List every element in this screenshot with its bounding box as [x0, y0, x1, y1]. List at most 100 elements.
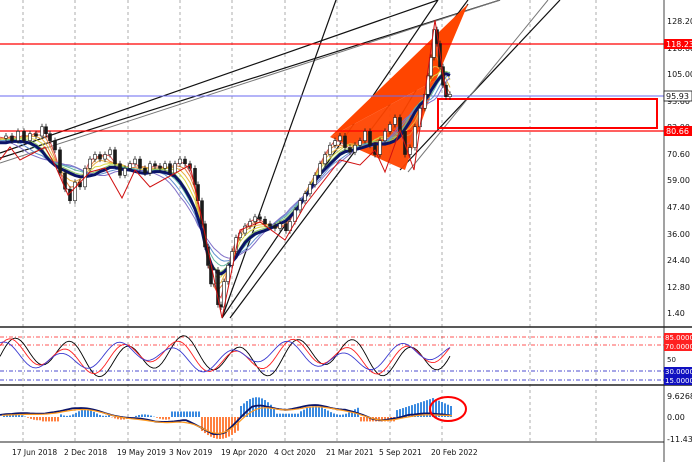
macd-bar — [195, 412, 197, 418]
candle-body — [384, 131, 387, 140]
resistance-price-label: 118.23 — [666, 40, 692, 49]
price-tick: 12.80 — [667, 283, 690, 292]
macd-bar — [396, 410, 398, 417]
macd-bar — [291, 414, 293, 417]
macd-bar — [87, 410, 89, 417]
macd-bar — [324, 409, 326, 417]
chart-canvas[interactable]: 128.20 116.60 105.00 93.60 82.00 70.60 5… — [0, 0, 692, 462]
current-price-label: 95.93 — [666, 92, 689, 101]
macd-bar — [180, 412, 182, 418]
macd-bar — [93, 412, 95, 417]
macd-tick: 0.00 — [667, 413, 685, 422]
macd-bar — [114, 417, 116, 418]
candle-body — [314, 175, 317, 184]
macd-bar — [42, 417, 44, 421]
candle-body — [54, 141, 57, 150]
macd-bar — [72, 414, 74, 417]
candle-body — [11, 136, 14, 141]
time-label: 20 Feb 2022 — [431, 448, 478, 457]
macd-bar — [303, 410, 305, 417]
candle-body — [5, 136, 8, 138]
macd-bar — [327, 411, 329, 417]
macd-bar — [177, 412, 179, 418]
candle-body — [174, 164, 177, 173]
price-tick: 47.40 — [667, 203, 690, 212]
macd-bar — [258, 397, 260, 417]
macd-bar — [159, 417, 161, 419]
candle-body — [23, 131, 26, 140]
macd-bar — [48, 417, 50, 421]
candle-body — [144, 168, 147, 173]
trading-chart-window[interactable]: 128.20 116.60 105.00 93.60 82.00 70.60 5… — [0, 0, 692, 462]
macd-bar — [264, 400, 266, 417]
macd-bar — [57, 417, 59, 421]
candle-body — [304, 194, 307, 201]
macd-bar — [222, 417, 224, 439]
osc-level-label: 50 — [667, 356, 676, 364]
macd-bar — [60, 414, 62, 417]
macd-bar — [141, 414, 143, 417]
macd-bar — [165, 417, 167, 420]
macd-tick: -11.4334 — [667, 435, 692, 444]
macd-bar — [174, 412, 176, 418]
candle-body — [359, 141, 362, 146]
osc-level-label: 30.0000 — [665, 368, 692, 376]
macd-bar — [66, 416, 68, 417]
candle-body — [364, 131, 367, 140]
candle-body — [59, 150, 62, 173]
candle-body — [94, 154, 97, 159]
macd-bar — [171, 412, 173, 418]
candle-body — [285, 224, 288, 231]
candle-body — [430, 57, 433, 75]
macd-bar — [348, 412, 350, 417]
candle-body — [339, 136, 342, 141]
macd-bar — [189, 412, 191, 418]
candle-body — [119, 164, 122, 176]
macd-bar — [27, 417, 29, 418]
candle-body — [299, 201, 302, 210]
macd-bar — [144, 414, 146, 417]
candle-body — [394, 118, 397, 125]
macd-bar — [399, 409, 401, 417]
macd-bar — [183, 412, 185, 418]
macd-tick: 9.6268 — [667, 392, 692, 401]
price-tick: 1.40 — [667, 309, 685, 318]
osc-level-label: 15.0000 — [665, 377, 692, 385]
macd-bar — [339, 415, 341, 417]
osc-level-label: 85.0000 — [665, 334, 692, 342]
time-label: 19 May 2019 — [117, 448, 166, 457]
macd-bar — [294, 414, 296, 417]
macd-bar — [105, 416, 107, 417]
macd-bar — [318, 406, 320, 417]
macd-bar — [336, 414, 338, 417]
macd-bar — [225, 417, 227, 438]
macd-bar — [63, 416, 65, 417]
candle-body — [369, 131, 372, 145]
candle-body — [274, 226, 277, 228]
candle-body — [164, 164, 167, 169]
macd-bar — [330, 412, 332, 417]
macd-bar — [228, 417, 230, 437]
price-tick: 36.00 — [667, 230, 690, 239]
macd-bar — [51, 417, 53, 421]
candle-body — [409, 148, 412, 155]
time-axis[interactable]: 17 Jun 2018 2 Dec 2018 19 May 2019 3 Nov… — [12, 448, 478, 457]
macd-bar — [84, 409, 86, 417]
macd-bar — [198, 412, 200, 418]
osc-level-label: 70.0000 — [665, 343, 692, 351]
macd-bar — [54, 417, 56, 421]
candle-body — [154, 164, 157, 166]
candle-body — [41, 127, 44, 136]
macd-bar — [69, 415, 71, 417]
macd-bar — [33, 417, 35, 420]
macd-bar — [102, 416, 104, 417]
macd-bar — [312, 406, 314, 417]
candle-body — [45, 127, 48, 134]
macd-bar — [276, 414, 278, 417]
chart-background — [0, 0, 692, 462]
price-tick: 24.40 — [667, 256, 690, 265]
macd-bar — [156, 417, 158, 418]
candle-body — [29, 134, 32, 141]
candle-body — [329, 145, 332, 154]
macd-bar — [321, 408, 323, 417]
